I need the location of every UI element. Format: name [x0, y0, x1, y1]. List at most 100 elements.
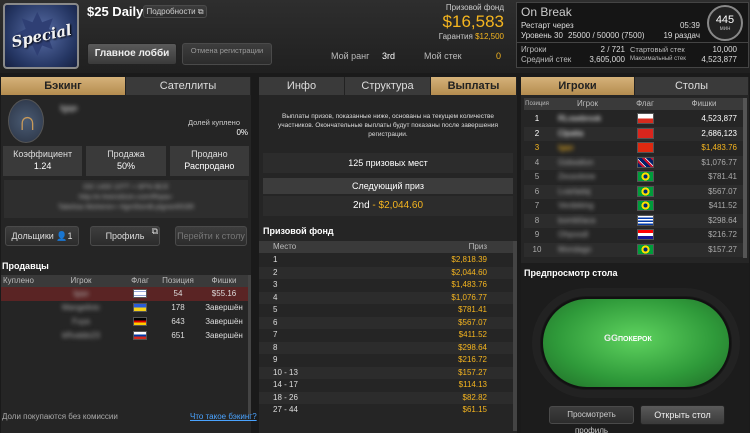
player-chips: $157.27: [708, 244, 737, 254]
start-stack-label: Стартовый стек: [630, 45, 685, 54]
payout-row: 7 $411.52: [259, 329, 513, 342]
table-row[interactable]: Mangelinic 178 Завершён: [1, 301, 251, 315]
flag-vietnam-icon: [625, 127, 665, 142]
user-icon: 👤: [56, 231, 68, 241]
max-stack-value: 4,523,877: [701, 55, 737, 64]
tab-info[interactable]: Инфо: [259, 77, 345, 95]
seller-position: 54: [173, 289, 183, 298]
stat-label: Продано: [191, 149, 228, 159]
flag-chile-icon: [625, 112, 665, 127]
avg-stack-label: Средний стек: [521, 55, 572, 64]
seller-chips: Завершён: [205, 331, 243, 340]
table-row[interactable]: kRvaldo23 651 Завершён: [1, 329, 251, 343]
backers-label: Дольщики: [11, 231, 54, 241]
sellers-scrollbar[interactable]: [248, 275, 251, 415]
tab-tables[interactable]: Столы: [635, 77, 749, 95]
tab-payouts[interactable]: Выплаты: [431, 77, 517, 95]
table-row[interactable]: 7 Verdeking $411.52: [524, 199, 743, 214]
seller-chips: Завершён: [205, 317, 243, 326]
next-place: 2nd: [352, 200, 370, 211]
player-position: 5: [534, 172, 540, 181]
table-row[interactable]: 6 Lvarladaj $567.07: [524, 184, 743, 199]
stat-value: 1.24: [33, 161, 52, 171]
table-row[interactable]: 5 Zeusolone $781.41: [524, 170, 743, 185]
col-flag: Флаг: [636, 99, 654, 108]
what-is-backing-link[interactable]: Что такое бэкинг?: [190, 412, 257, 421]
table-row[interactable]: 4 Gidwalton $1,076.77: [524, 155, 743, 170]
table-row[interactable]: 3 Igqo $1,483.76: [524, 141, 743, 156]
table-row[interactable]: 8 bomb0aca $298.64: [524, 213, 743, 229]
player-chips: $1,076.77: [701, 157, 737, 167]
stat-sale: Продажа 50%: [86, 146, 166, 176]
flag-china-icon: [625, 141, 665, 156]
left-tabs: Бэкинг Сателлиты: [1, 77, 251, 95]
flag-germany-icon: [125, 315, 155, 329]
players-scrollbar[interactable]: [743, 98, 747, 258]
goto-table-button[interactable]: Перейти к столу: [175, 226, 247, 246]
seller-player: Igqo: [73, 289, 89, 298]
gg-logo-icon: GG: [604, 333, 619, 343]
view-profile-button[interactable]: Просмотреть профиль: [549, 406, 634, 433]
table-row[interactable]: 9 Ohpoodl $216.72: [524, 228, 743, 243]
main-lobby-button[interactable]: Главное лобби: [87, 43, 177, 65]
table-row[interactable]: 2 Clpatta 2,686,123: [524, 126, 743, 142]
payout-place: 4: [273, 292, 278, 302]
backers-button[interactable]: Дольщики 👤1: [5, 226, 79, 246]
flag-croatia-icon: [625, 228, 665, 243]
col-place: Место: [273, 242, 297, 251]
open-table-button[interactable]: Открыть стол: [640, 405, 725, 425]
tab-players[interactable]: Игроки: [521, 77, 635, 95]
profile-button[interactable]: Профиль ⧉: [90, 226, 160, 246]
pokerok-logo: GGПОКЕРОК: [604, 333, 652, 343]
hands-value: 19 раздач: [663, 31, 700, 40]
next-dash: -: [372, 200, 376, 211]
col-bought: Куплено: [3, 276, 34, 285]
avg-stack-value: 3,605,000: [589, 55, 625, 64]
player-position: 4: [534, 157, 540, 167]
rank-label: Мой ранг: [331, 51, 370, 61]
flag-israel-icon: [125, 287, 155, 301]
prize-pool-title: Призовой фонд: [263, 226, 334, 236]
prize-pool-label: Призовой фонд: [445, 3, 504, 12]
sellers-list: Igqo 54 $55.16 Mangelinic 178 Завершён F…: [1, 287, 251, 343]
player-name: Gidwalton: [558, 157, 594, 167]
seller-chips: Завершён: [205, 303, 243, 312]
table-row[interactable]: 10 Mondago $157.27: [524, 242, 743, 258]
payout-row: 10 - 13 $157.27: [259, 366, 513, 379]
horseshoe-icon: ∩: [18, 106, 37, 136]
col-player: Игрок: [70, 276, 92, 285]
player-name: Lvarladaj: [558, 186, 591, 196]
flag-uruguay-icon: [625, 214, 665, 229]
payout-place: 7: [273, 330, 278, 339]
payout-prize: $2,044.60: [451, 267, 487, 277]
col-position: Позиция: [525, 101, 549, 107]
player-chips: 4,523,877: [701, 114, 737, 123]
tab-satellites[interactable]: Сателлиты: [126, 77, 251, 95]
tournament-logo: ✸ Special: [3, 3, 79, 69]
payout-prize: $114.13: [458, 380, 487, 389]
table-row[interactable]: Fuya 643 Завершён: [1, 315, 251, 329]
tournament-title: $25 Daily: [87, 4, 144, 19]
tab-backing[interactable]: Бэкинг: [1, 77, 126, 95]
details-button[interactable]: Подробности ⧉: [143, 5, 207, 18]
payout-prize: $82.82: [462, 392, 487, 402]
payout-row: 18 - 26 $82.82: [259, 391, 513, 404]
seller-bought: [1, 301, 37, 315]
payout-prize: $61.15: [462, 405, 487, 414]
rank-value: 3rd: [382, 51, 396, 61]
table-row[interactable]: Igqo 54 $55.16: [1, 287, 251, 301]
payout-prize: $781.41: [458, 305, 487, 314]
payout-place: 5: [273, 305, 278, 314]
tab-structure[interactable]: Структура: [345, 77, 431, 95]
payout-row: 1 $2,818.39: [259, 254, 513, 267]
flag-brazil-icon: [625, 243, 665, 258]
payout-row: 6 $567.07: [259, 316, 513, 329]
payouts-scrollbar[interactable]: [513, 241, 517, 431]
table-row[interactable]: 1 RLosebrook 4,523,877: [524, 112, 743, 127]
col-chips: Фишки: [211, 276, 237, 285]
cancel-registration-button[interactable]: Отмена регистрации: [182, 43, 272, 65]
seller-position: 178: [171, 303, 185, 312]
backing-stats: Коэффициент 1.24 Продажа 50% Продано Распро…: [1, 146, 251, 176]
clock-unit: мин: [719, 26, 731, 32]
external-link-icon: ⧉: [197, 7, 204, 16]
